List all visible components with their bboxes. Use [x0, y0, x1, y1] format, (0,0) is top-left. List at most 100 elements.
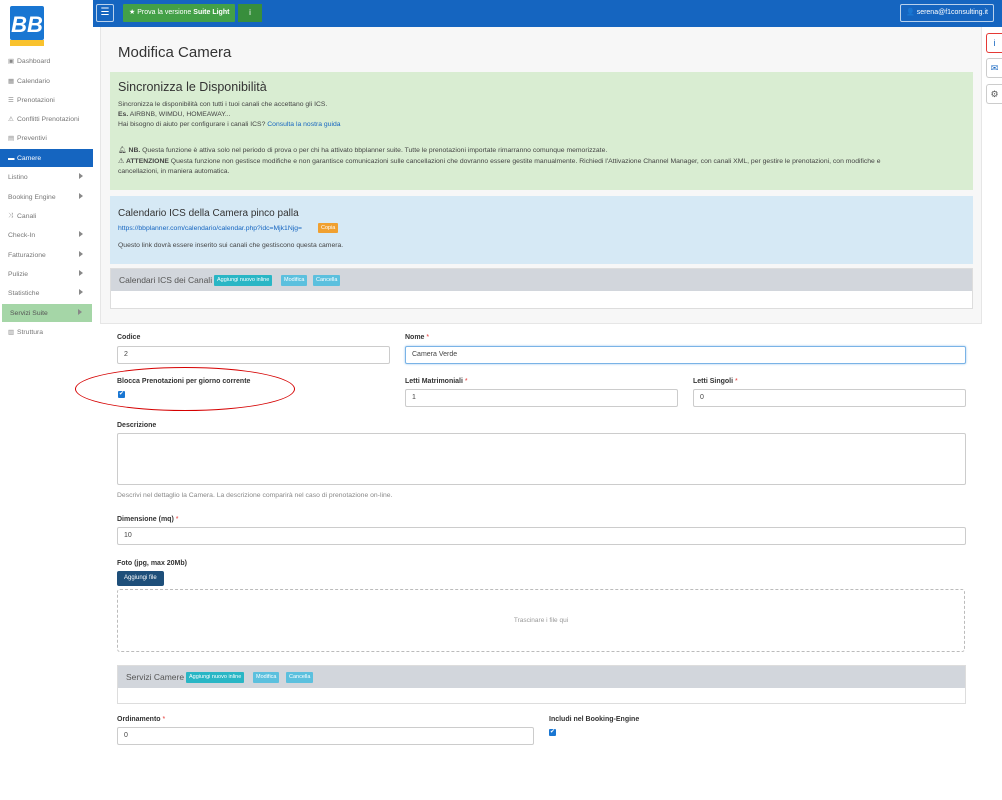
letti-singoli-input[interactable]: 0	[693, 389, 966, 407]
sidebar-item-label: Check-In	[8, 231, 36, 239]
sync-warning-2: cancellazioni, in maniera automatica.	[118, 168, 230, 175]
top-navbar: ☰ ★ Prova la versione Suite Light i 👤 se…	[93, 0, 1002, 27]
sidebar-item-label: Calendario	[17, 77, 50, 85]
sidebar-item-canali[interactable]: ⤨ Canali	[0, 207, 93, 225]
bed-icon: ▬	[8, 154, 15, 162]
sidebar-item-booking-engine[interactable]: Booking Engine	[0, 188, 93, 206]
channels-title: Calendari ICS dei Canali	[119, 275, 213, 285]
ics-note: Questo link dovrà essere inserito sui ca…	[118, 242, 344, 249]
sidebar-item-label: Canali	[17, 212, 37, 220]
sidebar-item-label: Listino	[8, 173, 28, 181]
sidebar-item-check-in[interactable]: Check-In	[0, 226, 93, 244]
sidebar-item-fatturazione[interactable]: Fatturazione	[0, 246, 93, 264]
sync-line1: Sincronizza le disponibilità con tutti i…	[118, 101, 328, 108]
add-inline-button[interactable]: Aggiungi nuovo inline	[214, 275, 273, 286]
dimensione-label: Dimensione (mq) *	[117, 516, 179, 523]
annotation-ellipse	[75, 367, 295, 411]
settings-side-button[interactable]: ⚙	[986, 84, 1002, 104]
mail-side-button[interactable]: ✉	[986, 58, 1002, 78]
sidebar-item-calendario[interactable]: ▦ Calendario	[0, 72, 93, 90]
letti-matrimoniali-input[interactable]: 1	[405, 389, 678, 407]
sync-title: Sincronizza le Disponibilità	[118, 80, 267, 94]
services-delete-button[interactable]: Cancella	[286, 672, 314, 683]
sync-availability-panel: Sincronizza le Disponibilità Sincronizza…	[110, 72, 973, 190]
sidebar-item-label: Dashboard	[17, 57, 51, 65]
document-icon: ▤	[8, 135, 15, 142]
foto-label: Foto (jpg, max 20Mb)	[117, 560, 187, 567]
add-file-button[interactable]: Aggiungi file	[117, 571, 164, 586]
list-icon: ☰	[8, 97, 14, 104]
sidebar-item-struttura[interactable]: ▥ Struttura	[0, 323, 93, 341]
sidebar-item-label: Booking Engine	[8, 193, 56, 201]
chevron-right-icon	[78, 309, 82, 315]
trial-prefix: Prova la versione	[137, 9, 192, 16]
file-dropzone[interactable]: Trascinare i file qui	[117, 589, 965, 652]
ics-title: Calendario ICS della Camera pinco palla	[118, 208, 299, 219]
copy-button[interactable]: Copia	[318, 223, 339, 233]
info-side-button[interactable]: i	[986, 33, 1002, 53]
dashboard-icon: ▣	[8, 58, 15, 65]
shuffle-icon: ⤨	[8, 212, 14, 219]
sync-help: Hai bisogno di aiuto per configurare i c…	[118, 121, 341, 128]
sidebar-item-label: Pulizie	[8, 270, 29, 278]
sidebar-item-label: Struttura	[17, 328, 44, 336]
booking-engine-checkbox[interactable]: ✔	[549, 729, 556, 736]
chevron-right-icon	[79, 231, 83, 237]
ordinamento-input[interactable]: 0	[117, 727, 534, 745]
delete-button[interactable]: Cancella	[313, 275, 341, 286]
bell-icon: 🔔︎	[118, 147, 127, 154]
dropzone-text: Trascinare i file qui	[513, 617, 569, 624]
page-title: Modifica Camera	[118, 44, 232, 61]
sidebar-item-camere[interactable]: ▬ Camere	[0, 149, 93, 167]
hamburger-menu-icon[interactable]: ☰	[96, 4, 114, 22]
building-icon: ▥	[8, 329, 15, 336]
sidebar-item-dashboard[interactable]: ▣ Dashboard	[0, 52, 93, 70]
user-account-button[interactable]: 👤 serena@f1consulting.it	[900, 4, 994, 22]
sidebar-item-pulizie[interactable]: Pulizie	[0, 265, 93, 283]
chevron-right-icon	[79, 270, 83, 276]
star-icon: ★	[129, 9, 136, 16]
trial-product: Suite Light	[193, 9, 230, 16]
chevron-right-icon	[79, 251, 83, 257]
sidebar-item-preventivi[interactable]: ▤ Preventivi	[0, 129, 93, 147]
sidebar-item-statistiche[interactable]: Statistiche	[0, 284, 93, 302]
sync-warning: ⚠ ATTENZIONE Questa funzione non gestisc…	[118, 158, 881, 165]
sidebar-item-conflitti-prenotazioni[interactable]: ⚠ Conflitti Prenotazioni	[0, 110, 93, 128]
warning-icon: ⚠	[8, 116, 14, 123]
dimensione-input[interactable]: 10	[117, 527, 966, 545]
svg-text:BB: BB	[11, 12, 43, 37]
sidebar-item-label: Servizi Suite	[10, 309, 48, 317]
sidebar-item-prenotazioni[interactable]: ☰ Prenotazioni	[0, 91, 93, 109]
chevron-right-icon	[79, 173, 83, 179]
chevron-right-icon	[79, 289, 83, 295]
sync-nb: 🔔︎ NB. Questa funzione è attiva solo nel…	[118, 147, 608, 154]
descrizione-textarea[interactable]	[117, 433, 966, 485]
sidebar-item-listino[interactable]: Listino	[0, 168, 93, 186]
edit-button[interactable]: Modifica	[281, 275, 308, 286]
user-email: serena@f1consulting.it	[916, 9, 988, 16]
guide-link[interactable]: Consulta la nostra guida	[267, 121, 340, 128]
sidebar-item-label: Preventivi	[17, 134, 47, 142]
descrizione-label: Descrizione	[117, 422, 157, 429]
nome-input[interactable]: Camera Verde	[405, 346, 966, 364]
channels-calendar-panel: Calendari ICS dei Canali Aggiungi nuovo …	[110, 268, 973, 309]
sidebar-item-label: Camere	[17, 154, 42, 162]
info-icon[interactable]: i	[238, 4, 262, 22]
letti-singoli-label: Letti Singoli *	[693, 378, 738, 385]
ics-link[interactable]: https://bbplanner.com/calendario/calenda…	[118, 225, 302, 232]
nome-label: Nome *	[405, 334, 430, 341]
sidebar-item-label: Prenotazioni	[17, 96, 55, 104]
sidebar: BB ▣ Dashboard ▦ Calendario ☰ Prenotazioni ⚠ Co…	[0, 0, 93, 340]
sidebar-item-label: Statistiche	[8, 289, 40, 297]
codice-input[interactable]: 2	[117, 346, 390, 364]
chevron-right-icon	[79, 193, 83, 199]
sidebar-item-label: Conflitti Prenotazioni	[17, 115, 80, 123]
services-edit-button[interactable]: Modifica	[253, 672, 280, 683]
ordinamento-label: Ordinamento *	[117, 716, 166, 723]
try-suite-light-button[interactable]: ★ Prova la versione Suite Light	[123, 4, 236, 22]
sidebar-item-servizi-suite[interactable]: Servizi Suite	[2, 304, 92, 322]
services-add-inline-button[interactable]: Aggiungi nuovo inline	[186, 672, 245, 683]
letti-matrimoniali-label: Letti Matrimoniali *	[405, 378, 468, 385]
services-title: Servizi Camere	[126, 672, 185, 682]
bbplanner-logo[interactable]: BB	[8, 4, 46, 48]
